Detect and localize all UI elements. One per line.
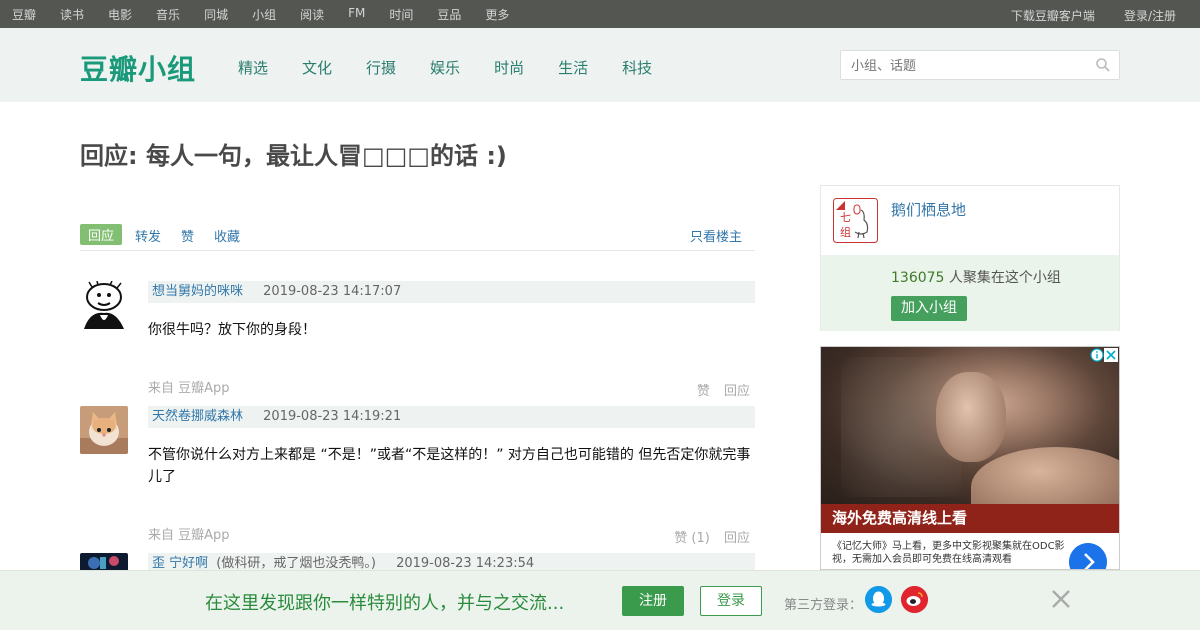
member-count: 136075 (891, 270, 945, 286)
comment-author[interactable]: 天然卷挪威森林 (152, 409, 243, 424)
comment-like[interactable]: 赞 (1) (674, 531, 710, 546)
ad-close-icon[interactable] (1104, 348, 1118, 362)
global-nav-shop[interactable]: 豆品 (437, 6, 461, 23)
member-count-line: 136075 人聚集在这个小组 (891, 267, 1061, 287)
topic-title: 回应: 每人一句，最让人冒□□□的话 :) (80, 142, 507, 170)
member-count-suffix: 人聚集在这个小组 (944, 270, 1061, 286)
register-button[interactable]: 注册 (622, 586, 684, 616)
comment-meta: 想当舅妈的咪咪 2019-08-23 14:17:07 (148, 281, 755, 303)
like-link[interactable]: 赞 (181, 226, 194, 245)
group-card: 七 组 鹅们栖息地 136075 人聚集在这个小组 加入小组 (820, 185, 1120, 331)
global-nav-more[interactable]: 更多 (485, 6, 509, 23)
login-button[interactable]: 登录 (700, 586, 762, 616)
global-nav-fm[interactable]: FM (348, 6, 365, 23)
comment-reply[interactable]: 回应 (724, 531, 750, 546)
comment-ops: 赞 回应 (687, 380, 750, 399)
comment-like[interactable]: 赞 (697, 384, 710, 399)
comment-source: 来自 豆瓣App (148, 381, 230, 396)
login-register-link[interactable]: 登录/注册 (1124, 9, 1176, 23)
comment-source: 来自 豆瓣App (148, 528, 230, 543)
ad-description[interactable]: 《记忆大师》马上看，更多中文影视聚集就在ODC影视，无需加入会员即可免费在线高清… (832, 540, 1068, 566)
ad-image[interactable] (821, 347, 1119, 527)
avatar[interactable] (80, 406, 128, 454)
global-nav-group[interactable]: 小组 (252, 6, 276, 23)
ad-info-icon[interactable] (1090, 348, 1104, 362)
global-nav: 豆瓣 读书 电影 音乐 同城 小组 阅读 FM 时间 豆品 更多 下载豆瓣客户端… (0, 0, 1200, 28)
comment-item: 歪 宁好啊 (做科研，戒了烟也没秃鸭。) 2019-08-23 14:23:54 (80, 553, 755, 570)
group-header: 豆瓣小组 精选 文化 行摄 娱乐 时尚 生活 科技 (0, 28, 1200, 102)
only-op-link[interactable]: 只看楼主 (690, 226, 742, 245)
global-nav-local[interactable]: 同城 (204, 6, 228, 23)
svg-text:组: 组 (840, 225, 851, 239)
qq-icon[interactable] (865, 586, 892, 613)
comment-author[interactable]: 想当舅妈的咪咪 (152, 284, 243, 299)
collect-link[interactable]: 收藏 (214, 226, 240, 245)
reply-tab[interactable]: 回应 (80, 224, 123, 245)
topic-actions: 回应 转发 赞 收藏 只看楼主 (80, 224, 755, 251)
global-nav-books[interactable]: 读书 (60, 6, 84, 23)
category-tech[interactable]: 科技 (622, 57, 652, 78)
ad-banner[interactable]: 海外免费高清线上看 (821, 504, 1119, 533)
login-prompt-message: 在这里发现跟你一样特别的人，并与之交流... (205, 593, 565, 614)
group-logo[interactable]: 豆瓣小组 (80, 48, 196, 88)
global-nav-douban[interactable]: 豆瓣 (12, 6, 36, 23)
global-nav-links: 豆瓣 读书 电影 音乐 同城 小组 阅读 FM 时间 豆品 更多 (12, 6, 533, 23)
category-culture[interactable]: 文化 (302, 57, 332, 78)
third-party-label: 第三方登录： (784, 598, 863, 613)
comment-meta: 天然卷挪威森林 2019-08-23 14:19:21 (148, 406, 755, 428)
join-group-button[interactable]: 加入小组 (891, 296, 967, 321)
comment-content: 不管你说什么对方上来都是 “不是！”或者“不是这样的！” 对方自己也可能错的 但… (148, 447, 751, 485)
category-travel[interactable]: 行摄 (366, 57, 396, 78)
avatar[interactable] (80, 553, 128, 570)
ad-arrow-icon[interactable] (1069, 543, 1107, 570)
download-app-link[interactable]: 下载豆瓣客户端 (1011, 9, 1095, 23)
category-fashion[interactable]: 时尚 (494, 57, 524, 78)
search-icon[interactable] (1095, 57, 1111, 73)
avatar[interactable] (80, 281, 128, 329)
comment-time: 2019-08-23 14:17:07 (263, 284, 402, 299)
global-nav-music[interactable]: 音乐 (156, 6, 180, 23)
category-life[interactable]: 生活 (558, 57, 588, 78)
comment-content: 你很牛吗？放下你的身段！ (148, 322, 316, 338)
ad-card[interactable]: 海外免费高清线上看 《记忆大师》马上看，更多中文影视聚集就在ODC影视，无需加入… (820, 346, 1120, 570)
category-nav: 精选 文化 行摄 娱乐 时尚 生活 科技 (238, 57, 686, 78)
comment-meta: 歪 宁好啊 (做科研，戒了烟也没秃鸭。) 2019-08-23 14:23:54 (148, 553, 755, 570)
group-card-bottom: 136075 人聚集在这个小组 加入小组 (821, 255, 1119, 331)
group-avatar-icon[interactable]: 七 组 (833, 198, 878, 243)
category-entertainment[interactable]: 娱乐 (430, 57, 460, 78)
comment-author[interactable]: 歪 宁好啊 (152, 556, 208, 570)
login-prompt-bar: 在这里发现跟你一样特别的人，并与之交流... 注册 登录 第三方登录： (0, 570, 1200, 630)
global-nav-movies[interactable]: 电影 (108, 6, 132, 23)
close-icon[interactable] (1050, 588, 1072, 610)
search-input[interactable] (841, 51, 1081, 79)
comment-time: 2019-08-23 14:19:21 (263, 409, 402, 424)
weibo-icon[interactable] (901, 586, 928, 613)
ad-badges (1090, 348, 1118, 362)
comment-time: 2019-08-23 14:23:54 (396, 556, 535, 570)
category-featured[interactable]: 精选 (238, 57, 268, 78)
global-nav-read[interactable]: 阅读 (300, 6, 324, 23)
comment-signature: (做科研，戒了烟也没秃鸭。) (216, 556, 376, 570)
global-nav-time[interactable]: 时间 (389, 6, 413, 23)
global-nav-right: 下载豆瓣客户端 登录/注册 (1011, 5, 1188, 24)
svg-text:七: 七 (840, 211, 851, 224)
search-box (840, 50, 1120, 80)
comment-ops: 赞 (1) 回应 (664, 527, 750, 546)
group-name[interactable]: 鹅们栖息地 (891, 199, 966, 220)
comment-reply[interactable]: 回应 (724, 384, 750, 399)
forward-link[interactable]: 转发 (135, 226, 161, 245)
comment-item: 想当舅妈的咪咪 2019-08-23 14:17:07 你很牛吗？放下你的身段！… (80, 281, 755, 401)
comment-item: 天然卷挪威森林 2019-08-23 14:19:21 不管你说什么对方上来都是… (80, 406, 755, 551)
group-card-top: 七 组 鹅们栖息地 (821, 186, 1119, 255)
